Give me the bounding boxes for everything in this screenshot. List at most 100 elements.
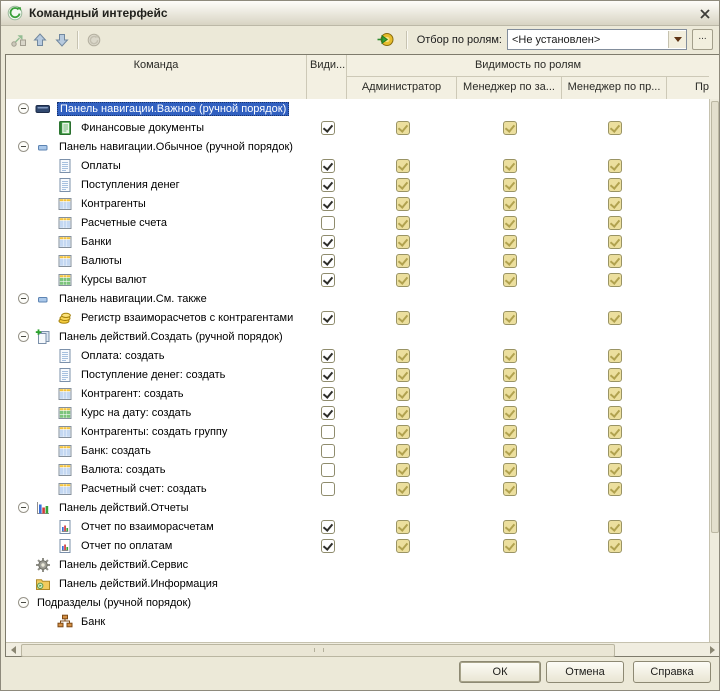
visibility-checkbox[interactable] — [321, 273, 335, 287]
horizontal-scrollbar-thumb[interactable] — [21, 644, 615, 657]
role-checkbox-2[interactable] — [608, 235, 622, 249]
role-checkbox-0[interactable] — [396, 406, 410, 420]
role-checkbox-1[interactable] — [503, 406, 517, 420]
tree-row[interactable]: Отчет по взаиморасчетам — [6, 517, 709, 536]
tree-row[interactable]: Банк — [6, 612, 709, 631]
tree-row[interactable]: Панель действий.Информация — [6, 574, 709, 593]
role-checkbox-0[interactable] — [396, 311, 410, 325]
tree-row[interactable]: Панель навигации.См. также — [6, 289, 709, 308]
chevron-down-icon[interactable] — [668, 31, 686, 48]
role-checkbox-2[interactable] — [608, 387, 622, 401]
role-checkbox-1[interactable] — [503, 349, 517, 363]
role-checkbox-2[interactable] — [608, 520, 622, 534]
role-checkbox-1[interactable] — [503, 425, 517, 439]
column-header-command[interactable]: Команда — [6, 55, 307, 99]
collapse-icon[interactable] — [18, 502, 29, 513]
tree-row[interactable]: Оплаты — [6, 156, 709, 175]
scroll-right-icon[interactable] — [705, 643, 719, 656]
role-checkbox-0[interactable] — [396, 178, 410, 192]
visibility-checkbox[interactable] — [321, 482, 335, 496]
visibility-checkbox[interactable] — [321, 216, 335, 230]
visibility-checkbox[interactable] — [321, 520, 335, 534]
visibility-checkbox[interactable] — [321, 178, 335, 192]
role-checkbox-1[interactable] — [503, 159, 517, 173]
tree-row[interactable]: Расчетный счет: создать — [6, 479, 709, 498]
visibility-checkbox[interactable] — [321, 539, 335, 553]
role-checkbox-0[interactable] — [396, 235, 410, 249]
visibility-checkbox[interactable] — [321, 444, 335, 458]
ok-button[interactable]: ОК — [459, 661, 541, 683]
role-filter-combobox[interactable]: <Не установлен> — [507, 29, 687, 50]
collapse-icon[interactable] — [18, 103, 29, 114]
tree-row[interactable]: Валюта: создать — [6, 460, 709, 479]
tree-row[interactable]: Банк: создать — [6, 441, 709, 460]
tree-row[interactable]: Расчетные счета — [6, 213, 709, 232]
tree-row[interactable]: Курсы валют — [6, 270, 709, 289]
role-checkbox-0[interactable] — [396, 121, 410, 135]
role-checkbox-2[interactable] — [608, 197, 622, 211]
role-checkbox-2[interactable] — [608, 273, 622, 287]
role-checkbox-0[interactable] — [396, 254, 410, 268]
column-header-role-administrator[interactable]: Администратор — [347, 77, 457, 99]
visibility-checkbox[interactable] — [321, 159, 335, 173]
role-checkbox-0[interactable] — [396, 368, 410, 382]
tree-row[interactable]: Отчет по оплатам — [6, 536, 709, 555]
role-checkbox-1[interactable] — [503, 520, 517, 534]
tree-row[interactable]: Поступления денег — [6, 175, 709, 194]
role-checkbox-0[interactable] — [396, 444, 410, 458]
visibility-checkbox[interactable] — [321, 121, 335, 135]
tree-row[interactable]: Финансовые документы — [6, 118, 709, 137]
column-header-role-clipped[interactable]: Про... — [667, 77, 709, 99]
tree-row[interactable]: Панель действий.Отчеты — [6, 498, 709, 517]
role-checkbox-0[interactable] — [396, 159, 410, 173]
column-header-role-manager-sales[interactable]: Менеджер по за... — [457, 77, 562, 99]
tree-row[interactable]: Панель действий.Сервис — [6, 555, 709, 574]
visibility-checkbox[interactable] — [321, 349, 335, 363]
tree-row[interactable]: Курс на дату: создать — [6, 403, 709, 422]
role-checkbox-1[interactable] — [503, 368, 517, 382]
role-checkbox-2[interactable] — [608, 216, 622, 230]
role-checkbox-2[interactable] — [608, 311, 622, 325]
tree-row[interactable]: Панель навигации.Важное (ручной порядок) — [6, 99, 709, 118]
role-checkbox-2[interactable] — [608, 178, 622, 192]
tree-row[interactable]: Регистр взаиморасчетов с контрагентами — [6, 308, 709, 327]
visibility-checkbox[interactable] — [321, 254, 335, 268]
role-checkbox-2[interactable] — [608, 254, 622, 268]
filter-by-roles-icon[interactable] — [375, 29, 397, 51]
role-checkbox-1[interactable] — [503, 197, 517, 211]
role-checkbox-0[interactable] — [396, 216, 410, 230]
role-checkbox-1[interactable] — [503, 463, 517, 477]
role-checkbox-0[interactable] — [396, 273, 410, 287]
role-checkbox-2[interactable] — [608, 406, 622, 420]
tree-row[interactable]: Панель действий.Создать (ручной порядок) — [6, 327, 709, 346]
role-checkbox-2[interactable] — [608, 368, 622, 382]
role-checkbox-2[interactable] — [608, 482, 622, 496]
visibility-checkbox[interactable] — [321, 368, 335, 382]
role-checkbox-1[interactable] — [503, 539, 517, 553]
role-checkbox-1[interactable] — [503, 235, 517, 249]
role-checkbox-2[interactable] — [608, 463, 622, 477]
vertical-scrollbar-thumb[interactable] — [711, 101, 719, 533]
scroll-left-icon[interactable] — [6, 643, 20, 656]
collapse-icon[interactable] — [18, 597, 29, 608]
cancel-button[interactable]: Отмена — [546, 661, 624, 683]
role-checkbox-1[interactable] — [503, 216, 517, 230]
tree-row[interactable]: Банки — [6, 232, 709, 251]
role-checkbox-1[interactable] — [503, 482, 517, 496]
visibility-checkbox[interactable] — [321, 406, 335, 420]
collapse-icon[interactable] — [18, 141, 29, 152]
tree-row[interactable]: Поступление денег: создать — [6, 365, 709, 384]
visibility-checkbox[interactable] — [321, 235, 335, 249]
tree-row[interactable]: Оплата: создать — [6, 346, 709, 365]
collapse-icon[interactable] — [18, 331, 29, 342]
collapse-icon[interactable] — [18, 293, 29, 304]
tree-row[interactable]: Панель навигации.Обычное (ручной порядок… — [6, 137, 709, 156]
tree-row[interactable]: Подразделы (ручной порядок) — [6, 593, 709, 612]
role-checkbox-0[interactable] — [396, 387, 410, 401]
move-up-icon[interactable] — [29, 29, 51, 51]
role-checkbox-1[interactable] — [503, 121, 517, 135]
horizontal-scrollbar[interactable] — [6, 642, 719, 656]
visibility-checkbox[interactable] — [321, 197, 335, 211]
role-checkbox-2[interactable] — [608, 539, 622, 553]
role-checkbox-0[interactable] — [396, 539, 410, 553]
